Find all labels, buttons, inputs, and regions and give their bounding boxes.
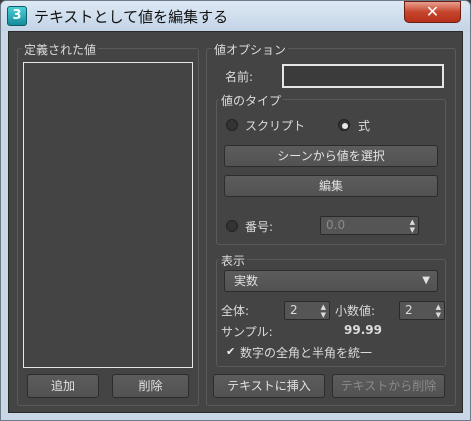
edit-button[interactable]: 編集 xyxy=(224,175,438,197)
total-value: 2 xyxy=(290,303,298,317)
spinner-arrows-icon[interactable]: ▲ ▼ xyxy=(410,218,415,234)
close-icon: ✕ xyxy=(425,2,440,21)
unify-checkbox[interactable]: ✔ xyxy=(226,346,237,357)
value-type-label: 値のタイプ xyxy=(219,92,284,109)
close-button[interactable]: ✕ xyxy=(404,1,461,23)
sample-label: サンプル: xyxy=(221,325,273,339)
formula-radio[interactable] xyxy=(338,119,350,131)
format-value: 実数 xyxy=(234,274,259,288)
value-options-label: 値オプション xyxy=(212,41,289,58)
name-label: 名前: xyxy=(225,70,254,84)
delete-button[interactable]: 削除 xyxy=(112,374,189,398)
number-spinner[interactable]: 0.0 ▲ ▼ xyxy=(320,216,419,235)
script-radio[interactable] xyxy=(226,119,238,131)
number-radio[interactable] xyxy=(226,220,238,232)
select-from-scene-button[interactable]: シーンから値を選択 xyxy=(224,145,438,167)
decimals-label: 小数値: xyxy=(335,304,376,318)
unify-label: 数字の全角と半角を統一 xyxy=(240,346,373,360)
add-button[interactable]: 追加 xyxy=(27,374,99,398)
total-label: 全体: xyxy=(221,304,250,318)
format-dropdown[interactable]: 実数 ▼ xyxy=(224,270,438,292)
remove-from-text-button[interactable]: テキストから削除 xyxy=(332,374,445,398)
total-spinner[interactable]: 2 ▲ ▼ xyxy=(284,301,330,320)
defined-values-list[interactable] xyxy=(23,62,193,368)
number-label: 番号: xyxy=(245,220,274,234)
name-field[interactable] xyxy=(282,64,444,88)
window-title: テキストとして値を編集する xyxy=(34,8,229,26)
spinner-arrows-icon[interactable]: ▲ ▼ xyxy=(321,303,326,319)
number-value: 0.0 xyxy=(326,218,346,232)
check-icon: ✔ xyxy=(226,345,236,358)
display-label: 表示 xyxy=(219,252,248,269)
decimals-value: 2 xyxy=(405,303,413,317)
formula-radio-label: 式 xyxy=(358,119,371,133)
dropdown-arrow-icon: ▼ xyxy=(422,275,430,286)
app-icon: 3 xyxy=(7,6,27,26)
insert-into-text-button[interactable]: テキストに挿入 xyxy=(213,374,325,398)
decimals-spinner[interactable]: 2 ▲ ▼ xyxy=(399,301,445,320)
script-radio-label: スクリプト xyxy=(245,119,306,133)
spinner-arrows-icon[interactable]: ▲ ▼ xyxy=(436,303,441,319)
sample-value: 99.99 xyxy=(344,323,382,337)
defined-values-label: 定義された値 xyxy=(22,41,99,58)
